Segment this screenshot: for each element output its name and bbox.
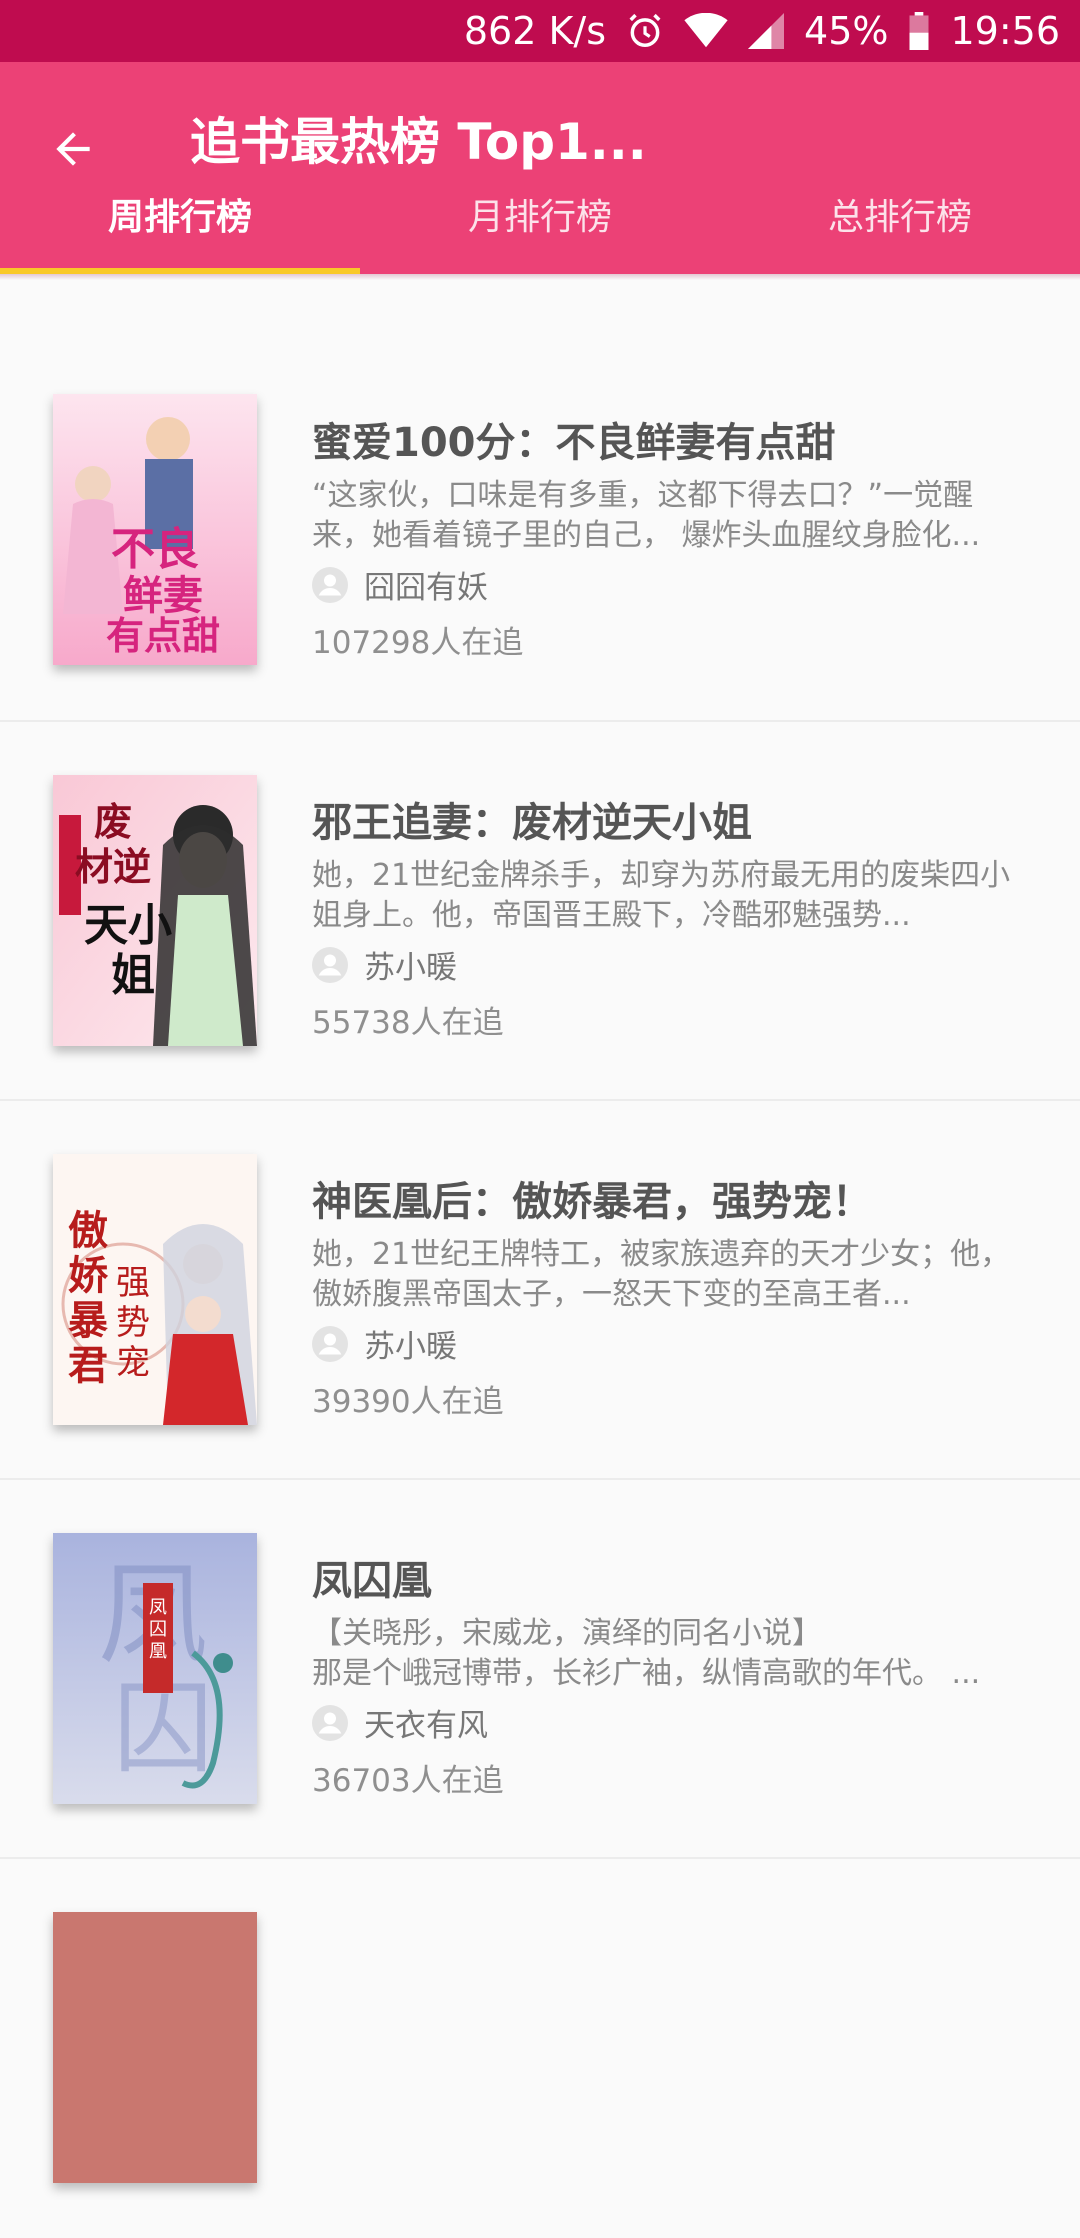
- avatar-icon: [312, 946, 348, 983]
- tab-monthly-label: 月排行榜: [467, 197, 612, 238]
- author-name: 囧囧有妖: [364, 570, 488, 606]
- wifi-icon: [684, 13, 728, 49]
- book-cover[interactable]: 傲 娇 暴 君 强 势 宠: [53, 1154, 257, 1425]
- ranking-tabs: 周排行榜 月排行榜 总排行榜: [0, 164, 1080, 274]
- svg-text:鲜妻: 鲜妻: [123, 572, 203, 619]
- book-cover-image: 凤 囚 凤 囚 凰: [53, 1533, 257, 1804]
- alarm-icon: [626, 12, 664, 50]
- status-bar: 862 K/s 45% 19:56: [0, 0, 1080, 62]
- svg-text:囚: 囚: [149, 1619, 167, 1640]
- clock-time: 19:56: [950, 9, 1060, 53]
- avatar-icon: [312, 566, 348, 603]
- network-speed: 862 K/s: [463, 9, 607, 53]
- book-cover-image: 不良 鲜妻 有点甜: [53, 394, 257, 665]
- svg-text:废: 废: [94, 799, 132, 844]
- signal-icon: [748, 13, 785, 49]
- book-cover[interactable]: 不良 鲜妻 有点甜: [53, 394, 257, 665]
- book-description: 【关晓彤，宋威龙，演绎的同名小说】 那是个峨冠博带，长衫广袖，纵情高歌的年代。 …: [312, 1616, 981, 1691]
- book-title: 邪王追妻：废材逆天小姐: [312, 800, 752, 846]
- follower-count: 107298人在追: [312, 625, 524, 661]
- svg-text:有点甜: 有点甜: [106, 613, 220, 658]
- book-cover-image: 废 材逆 天小 姐: [53, 775, 257, 1046]
- book-description: 她，21世纪王牌特工，被家族遗弃的天才少女；他，傲娇腹黑帝国太子，一怒天下变的至…: [312, 1237, 1011, 1312]
- book-description: 她，21世纪金牌杀手，却穿为苏府最无用的废柴四小姐身上。他，帝国晋王殿下，冷酷邪…: [312, 858, 1011, 933]
- author-name: 苏小暖: [364, 950, 457, 986]
- svg-text:暴: 暴: [68, 1297, 108, 1344]
- avatar-icon: [312, 1325, 348, 1362]
- list-item[interactable]: 傲 娇 暴 君 强 势 宠 神医凰后：傲娇暴君，强势宠！ 她，21世纪王牌特工，…: [0, 1101, 1080, 1480]
- tab-weekly-label: 周排行榜: [107, 197, 252, 238]
- book-cover[interactable]: 废 材逆 天小 姐: [53, 775, 257, 1046]
- book-cover-image: 傲 娇 暴 君 强 势 宠: [53, 1154, 257, 1425]
- svg-text:宠: 宠: [116, 1343, 150, 1383]
- author-row: 囧囧有妖: [312, 562, 488, 607]
- author-row: 天衣有风: [312, 1700, 488, 1745]
- author-row: 苏小暖: [312, 1321, 457, 1366]
- svg-text:君: 君: [68, 1342, 108, 1389]
- author-name: 天衣有风: [364, 1708, 488, 1744]
- svg-text:凤: 凤: [149, 1597, 167, 1618]
- author-name: 苏小暖: [364, 1329, 457, 1365]
- book-title: 蜜爱100分：不良鲜妻有点甜: [312, 420, 836, 466]
- follower-count: 55738人在追: [312, 1005, 504, 1041]
- svg-text:强: 强: [116, 1263, 150, 1303]
- battery-percent: 45%: [804, 9, 889, 53]
- book-title: 神医凰后：傲娇暴君，强势宠！: [312, 1179, 872, 1225]
- avatar-icon: [312, 1704, 348, 1741]
- book-cover[interactable]: 凤 囚 凤 囚 凰: [53, 1533, 257, 1804]
- tab-weekly[interactable]: 周排行榜: [0, 164, 360, 274]
- svg-text:不良: 不良: [111, 524, 199, 575]
- svg-text:天小: 天小: [84, 900, 172, 951]
- author-row: 苏小暖: [312, 942, 457, 987]
- svg-text:势: 势: [116, 1303, 150, 1343]
- tab-overall[interactable]: 总排行榜: [720, 164, 1080, 274]
- list-item[interactable]: 废 材逆 天小 姐 邪王追妻：废材逆天小姐 她，21世纪金牌杀手，却穿为苏府最无…: [0, 722, 1080, 1101]
- book-title: 凤囚凰: [312, 1558, 432, 1604]
- svg-text:姐: 姐: [111, 950, 155, 1001]
- book-list: 不良 鲜妻 有点甜 蜜爱100分：不良鲜妻有点甜 “这家伙，口味是有多重，这都下…: [0, 280, 1080, 2238]
- book-description: “这家伙，口味是有多重，这都下得去口？”一觉醒来，她看着镜子里的自己， 爆炸头血…: [312, 478, 981, 553]
- svg-text:傲: 傲: [68, 1207, 108, 1254]
- book-cover[interactable]: [53, 1912, 257, 2183]
- app-bar: 追书最热榜 Top1... 周排行榜 月排行榜 总排行榜: [0, 62, 1080, 274]
- list-item[interactable]: 不良 鲜妻 有点甜 蜜爱100分：不良鲜妻有点甜 “这家伙，口味是有多重，这都下…: [0, 280, 1080, 722]
- svg-text:凰: 凰: [149, 1641, 167, 1662]
- tab-monthly[interactable]: 月排行榜: [360, 164, 720, 274]
- follower-count: 39390人在追: [312, 1384, 504, 1420]
- tab-overall-label: 总排行榜: [827, 197, 972, 238]
- follower-count: 36703人在追: [312, 1763, 504, 1799]
- list-item[interactable]: [0, 1859, 1080, 2238]
- battery-icon: [908, 12, 930, 50]
- svg-text:材逆: 材逆: [75, 844, 151, 889]
- list-item[interactable]: 凤 囚 凤 囚 凰 凤囚凰 【关晓彤，宋威龙，演绎的同名小说】 那是个峨冠博带，…: [0, 1480, 1080, 1859]
- svg-text:娇: 娇: [68, 1252, 109, 1299]
